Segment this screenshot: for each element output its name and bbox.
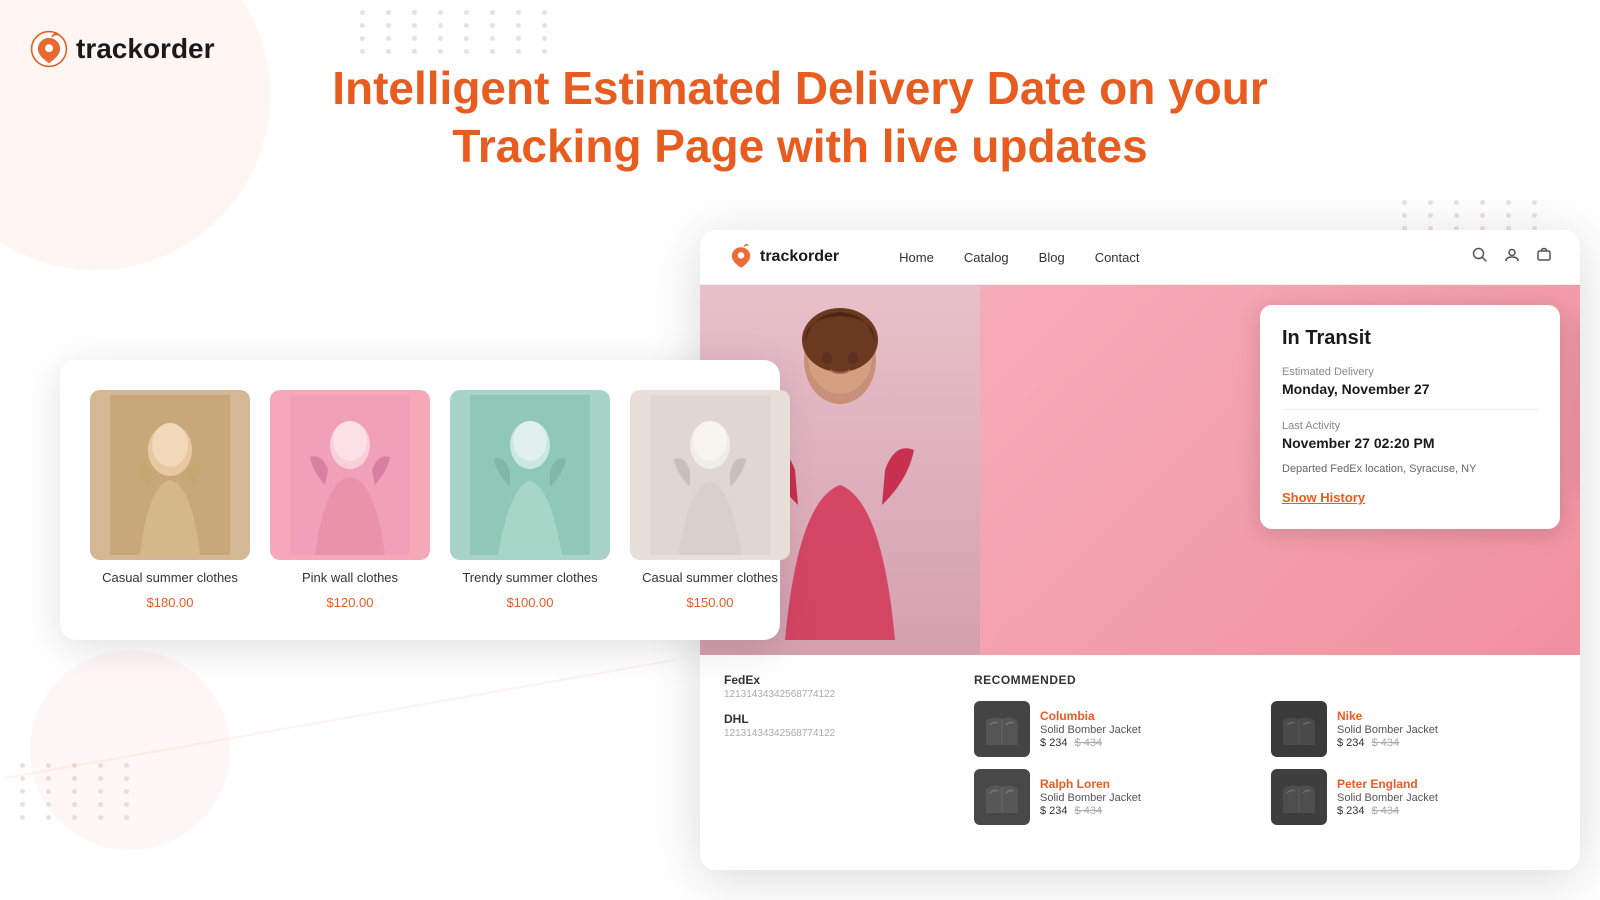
product-name-3: Trendy summer clothes: [462, 570, 597, 585]
dots-pattern-top: [360, 10, 560, 54]
rec-info-1: Nike Solid Bomber Jacket $ 234 $ 434: [1337, 709, 1438, 749]
rec-item-0[interactable]: Columbia Solid Bomber Jacket $ 234 $ 434: [974, 701, 1259, 757]
store-bottom: FedEx 12131434342568774122 DHL 121314343…: [700, 655, 1580, 843]
nav-link-home[interactable]: Home: [899, 250, 934, 265]
recommended-grid: Columbia Solid Bomber Jacket $ 234 $ 434: [974, 701, 1556, 825]
user-icon[interactable]: [1504, 247, 1520, 268]
estimated-delivery-label: Estimated Delivery: [1282, 366, 1538, 378]
estimated-delivery-value: Monday, November 27: [1282, 381, 1538, 397]
store-nav-links: Home Catalog Blog Contact: [899, 250, 1472, 265]
rec-image-0: [974, 701, 1030, 757]
nav-link-catalog[interactable]: Catalog: [964, 250, 1009, 265]
product-name-1: Casual summer clothes: [102, 570, 238, 585]
store-hero: In Transit Estimated Delivery Monday, No…: [700, 285, 1580, 655]
carrier-fedex: FedEx 12131434342568774122: [724, 673, 944, 700]
rec-image-2: [974, 769, 1030, 825]
rec-info-2: Ralph Loren Solid Bomber Jacket $ 234 $ …: [1040, 777, 1141, 817]
rec-image-3: [1271, 769, 1327, 825]
show-history-button[interactable]: Show History: [1282, 490, 1365, 505]
product-price-1: $180.00: [147, 595, 194, 610]
store-logo-text: trackorder: [760, 248, 839, 266]
store-logo[interactable]: trackorder: [728, 244, 839, 270]
main-headline: Intelligent Estimated Delivery Date on y…: [0, 60, 1600, 175]
store-logo-icon: [728, 244, 754, 270]
product-image-1: [90, 390, 250, 560]
nav-link-contact[interactable]: Contact: [1095, 250, 1140, 265]
carrier-section: FedEx 12131434342568774122 DHL 121314343…: [724, 673, 944, 825]
rec-info-3: Peter England Solid Bomber Jacket $ 234 …: [1337, 777, 1438, 817]
store-nav: trackorder Home Catalog Blog Contact: [700, 230, 1580, 285]
last-activity-label: Last Activity: [1282, 420, 1538, 432]
product-image-4: [630, 390, 790, 560]
product-price-2: $120.00: [327, 595, 374, 610]
rec-info-0: Columbia Solid Bomber Jacket $ 234 $ 434: [1040, 709, 1141, 749]
store-nav-icons: [1472, 247, 1552, 268]
product-card-3[interactable]: Trendy summer clothes $100.00: [450, 390, 610, 610]
product-price-3: $100.00: [507, 595, 554, 610]
rec-image-1: [1271, 701, 1327, 757]
search-icon[interactable]: [1472, 247, 1488, 268]
rec-item-2[interactable]: Ralph Loren Solid Bomber Jacket $ 234 $ …: [974, 769, 1259, 825]
rec-item-3[interactable]: Peter England Solid Bomber Jacket $ 234 …: [1271, 769, 1556, 825]
product-card-1[interactable]: Casual summer clothes $180.00: [90, 390, 250, 610]
product-image-3: [450, 390, 610, 560]
last-activity-desc: Departed FedEx location, Syracuse, NY: [1282, 463, 1538, 475]
storefront-panel: trackorder Home Catalog Blog Contact: [700, 230, 1580, 870]
recommended-title: RECOMMENDED: [974, 673, 1556, 687]
product-card-4[interactable]: Casual summer clothes $150.00: [630, 390, 790, 610]
product-price-4: $150.00: [687, 595, 734, 610]
product-name-4: Casual summer clothes: [642, 570, 778, 585]
dots-pattern-bottom: [20, 763, 142, 820]
tracking-status: In Transit: [1282, 327, 1538, 350]
product-image-2: [270, 390, 430, 560]
last-activity-date: November 27 02:20 PM: [1282, 435, 1538, 451]
product-card-2[interactable]: Pink wall clothes $120.00: [270, 390, 430, 610]
headline-text: Intelligent Estimated Delivery Date on y…: [200, 60, 1400, 175]
rec-item-1[interactable]: Nike Solid Bomber Jacket $ 234 $ 434: [1271, 701, 1556, 757]
product-name-2: Pink wall clothes: [302, 570, 398, 585]
recommended-section: RECOMMENDED Columbia Solid: [974, 673, 1556, 825]
carrier-dhl: DHL 12131434342568774122: [724, 712, 944, 739]
tracking-card: In Transit Estimated Delivery Monday, No…: [1260, 305, 1560, 529]
cart-icon[interactable]: [1536, 247, 1552, 268]
product-panel: Casual summer clothes $180.00 Pink wall …: [60, 360, 780, 640]
nav-link-blog[interactable]: Blog: [1039, 250, 1065, 265]
